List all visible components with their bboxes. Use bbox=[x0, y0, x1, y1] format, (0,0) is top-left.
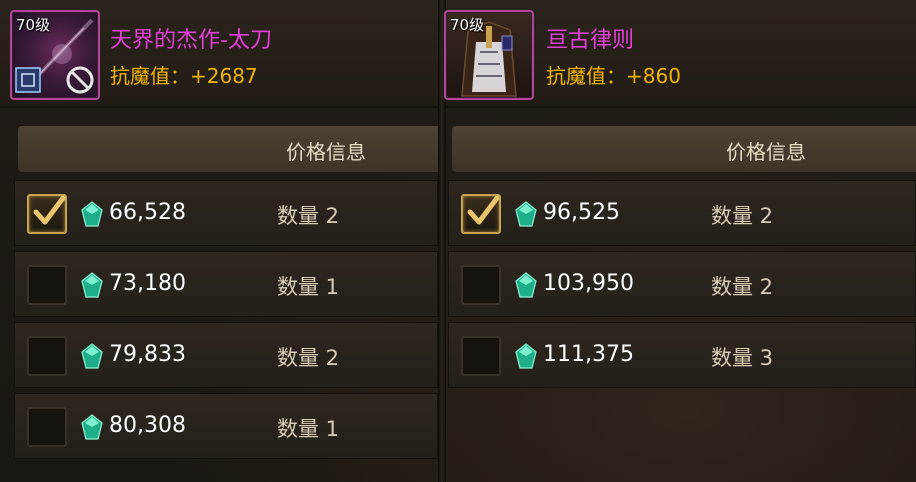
item-name: 亘古律则 bbox=[546, 28, 635, 53]
armor-icon[interactable]: 70级 bbox=[444, 10, 534, 100]
auction-screen: 70级 天界的杰作-太刀 抗魔值：+2687 价格信息 66,528 数量 2 bbox=[0, 0, 916, 482]
listing-checkbox[interactable] bbox=[461, 265, 501, 305]
listing-quantity: 数量 2 bbox=[711, 204, 774, 228]
listing-row[interactable]: 103,950 数量 2 bbox=[448, 251, 916, 317]
listing-checkbox[interactable] bbox=[27, 407, 67, 447]
listing-checkbox[interactable] bbox=[27, 194, 67, 234]
listing-price: 79,833 bbox=[109, 342, 186, 367]
listing-quantity: 数量 2 bbox=[277, 204, 340, 228]
gem-icon bbox=[81, 343, 103, 369]
gem-icon bbox=[515, 201, 537, 227]
left-item-header: 70级 天界的杰作-太刀 抗魔值：+2687 bbox=[0, 0, 438, 108]
listing-price: 111,375 bbox=[543, 342, 634, 367]
listing-checkbox[interactable] bbox=[27, 336, 67, 376]
listing-row[interactable]: 80,308 数量 1 bbox=[14, 393, 438, 459]
item-level-badge: 70级 bbox=[16, 16, 51, 34]
checkmark-icon bbox=[467, 195, 500, 225]
listing-quantity: 数量 2 bbox=[277, 346, 340, 370]
katana-icon[interactable]: 70级 bbox=[10, 10, 100, 100]
listing-row[interactable]: 79,833 数量 2 bbox=[14, 322, 438, 388]
listing-row[interactable]: 96,525 数量 2 bbox=[448, 180, 916, 246]
listing-price: 96,525 bbox=[543, 200, 620, 225]
listing-quantity: 数量 3 bbox=[711, 346, 774, 370]
item-level-badge: 70级 bbox=[450, 16, 485, 34]
listing-checkbox[interactable] bbox=[27, 265, 67, 305]
price-info-label: 价格信息 bbox=[286, 140, 366, 164]
price-info-header: 价格信息 bbox=[18, 126, 438, 172]
listing-row[interactable]: 66,528 数量 2 bbox=[14, 180, 438, 246]
right-item-header: 70级 亘古律则 抗魔值：+860 bbox=[444, 0, 916, 108]
listing-quantity: 数量 2 bbox=[711, 275, 774, 299]
item-stat: 抗魔值：+860 bbox=[546, 64, 681, 88]
gem-icon bbox=[81, 414, 103, 440]
gem-icon bbox=[81, 201, 103, 227]
gem-icon bbox=[515, 343, 537, 369]
price-info-label: 价格信息 bbox=[726, 140, 806, 164]
left-item-panel: 70级 天界的杰作-太刀 抗魔值：+2687 价格信息 66,528 数量 2 bbox=[0, 0, 438, 482]
item-stat: 抗魔值：+2687 bbox=[110, 64, 258, 88]
price-info-header: 价格信息 bbox=[452, 126, 916, 172]
listing-price: 80,308 bbox=[109, 413, 186, 438]
gem-icon bbox=[515, 272, 537, 298]
right-item-panel: 70级 亘古律则 抗魔值：+860 价格信息 96,525 数量 2 103,9… bbox=[444, 0, 916, 482]
listing-checkbox[interactable] bbox=[461, 194, 501, 234]
listing-quantity: 数量 1 bbox=[277, 275, 340, 299]
listing-quantity: 数量 1 bbox=[277, 417, 340, 441]
listing-price: 103,950 bbox=[543, 271, 634, 296]
gem-icon bbox=[81, 272, 103, 298]
checkmark-icon bbox=[33, 195, 66, 225]
listing-row[interactable]: 73,180 数量 1 bbox=[14, 251, 438, 317]
listing-checkbox[interactable] bbox=[461, 336, 501, 376]
item-name: 天界的杰作-太刀 bbox=[110, 28, 272, 53]
listing-row[interactable]: 111,375 数量 3 bbox=[448, 322, 916, 388]
listing-price: 66,528 bbox=[109, 200, 186, 225]
listing-price: 73,180 bbox=[109, 271, 186, 296]
